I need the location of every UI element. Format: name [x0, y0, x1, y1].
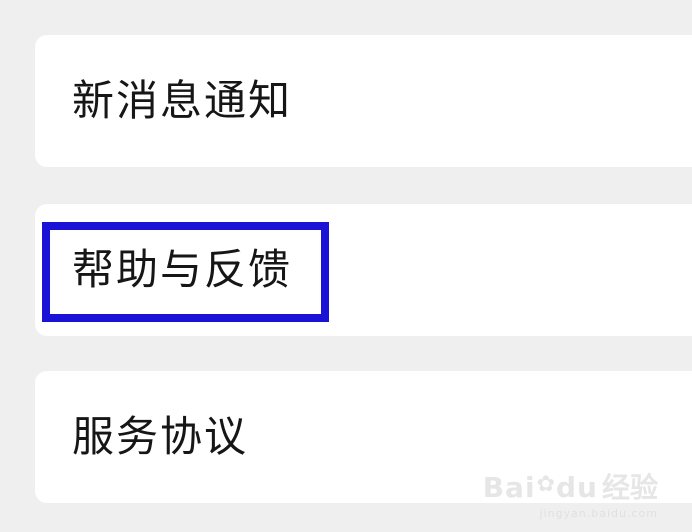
settings-item-label: 服务协议	[72, 412, 249, 461]
settings-item-new-message-notification[interactable]: 新消息通知	[35, 35, 692, 167]
settings-item-help-feedback[interactable]: 帮助与反馈	[35, 204, 692, 336]
watermark-brand-left: Bai	[482, 471, 536, 504]
settings-item-label: 新消息通知	[72, 76, 293, 125]
baidu-jingyan-watermark: Bai ✿ du 经验	[483, 474, 658, 502]
watermark-suffix: 经验	[601, 471, 658, 504]
settings-item-label: 帮助与反馈	[72, 245, 293, 294]
watermark-url: jingyan.baidu.com	[539, 507, 658, 520]
paw-icon: ✿	[536, 472, 555, 497]
watermark-brand-right: du	[556, 471, 598, 504]
